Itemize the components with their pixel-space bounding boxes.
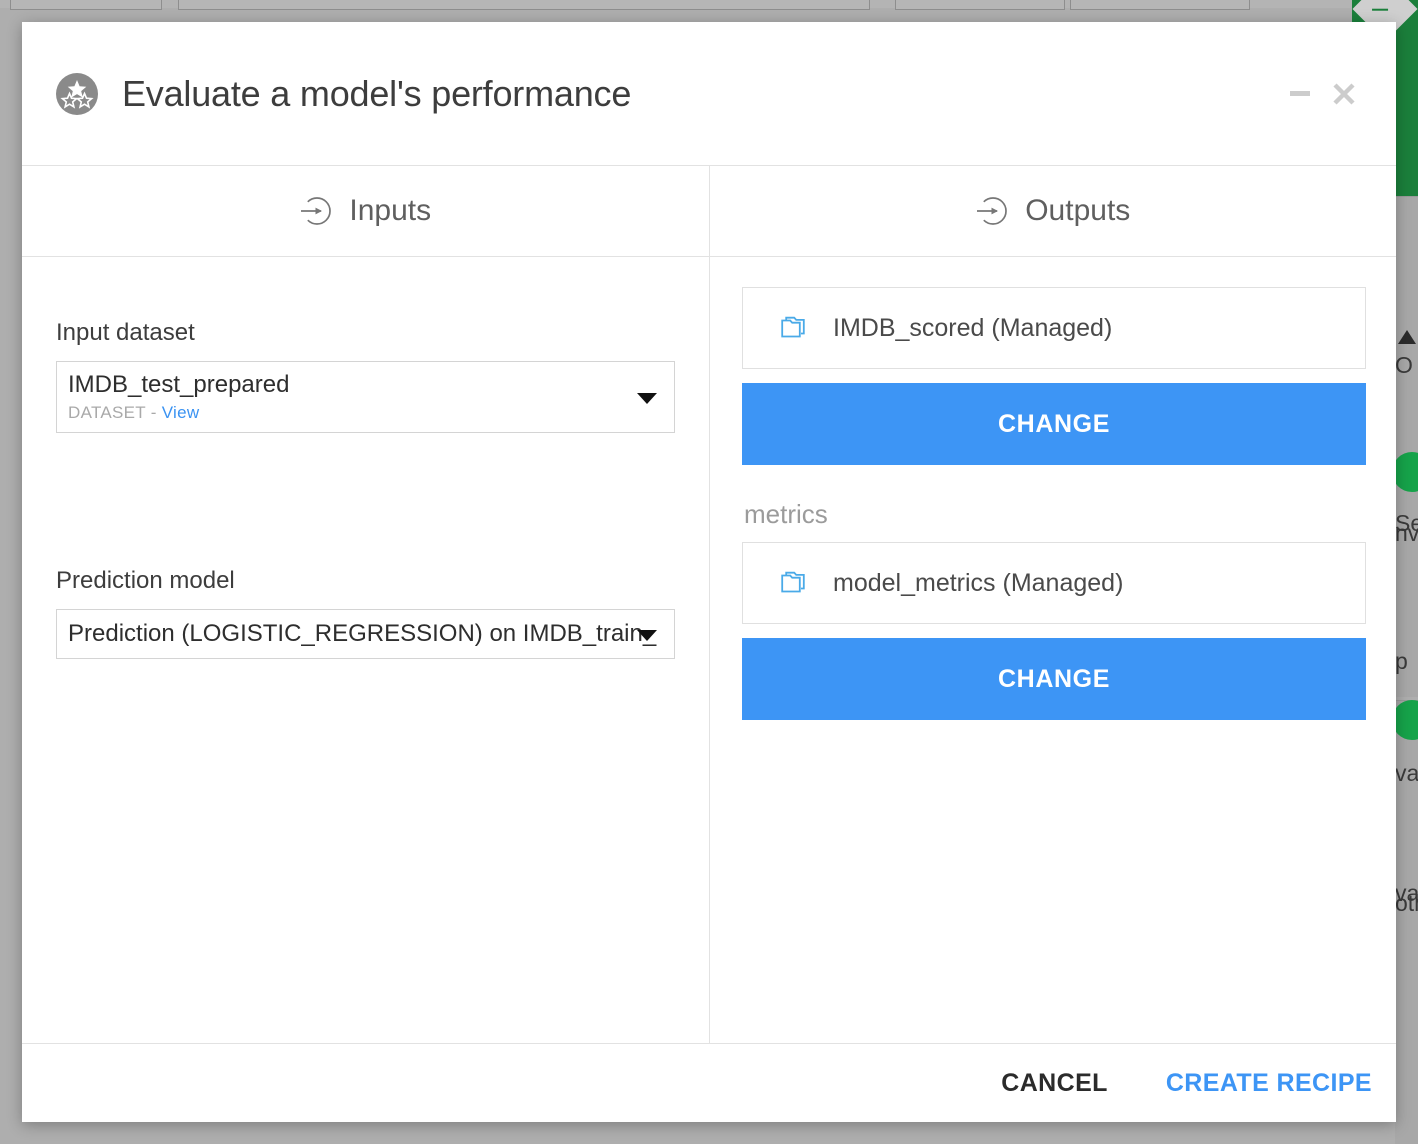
dialog-header: Evaluate a model's performance: [22, 22, 1396, 166]
prediction-model-select[interactable]: Prediction (LOGISTIC_REGRESSION) on IMDB…: [56, 609, 675, 659]
chevron-down-icon: [637, 630, 657, 641]
folder-dataset-icon: [781, 316, 805, 338]
output-scored-dataset[interactable]: IMDB_scored (Managed): [742, 287, 1366, 369]
input-dataset-value: IMDB_test_prepared: [68, 370, 290, 398]
output-metrics-name: model_metrics (Managed): [833, 568, 1124, 597]
minimize-button[interactable]: [1278, 72, 1322, 116]
inputs-column: Input dataset IMDB_test_prepared DATASET…: [22, 257, 709, 1043]
input-dataset-label: Input dataset: [56, 319, 195, 346]
dialog-footer: CANCEL CREATE RECIPE: [22, 1044, 1396, 1122]
tab-inputs[interactable]: Inputs: [22, 166, 709, 256]
folder-dataset-icon: [781, 571, 805, 593]
create-recipe-button[interactable]: CREATE RECIPE: [1160, 1068, 1378, 1099]
prediction-model-value: Prediction (LOGISTIC_REGRESSION) on IMDB…: [68, 620, 657, 648]
arrow-into-circle-icon: [977, 197, 1008, 225]
page-title: Evaluate a model's performance: [122, 72, 632, 114]
input-dataset-separator: -: [145, 403, 162, 423]
minimize-icon: [1290, 91, 1310, 96]
arrow-into-circle-icon: [301, 197, 332, 225]
three-stars-icon: [56, 72, 98, 115]
input-dataset-type: DATASET: [68, 403, 146, 423]
background-caret-icon: [1398, 330, 1416, 344]
outputs-column: IMDB_scored (Managed) CHANGE metrics mod…: [709, 257, 1396, 1043]
background-text-fragment: oth: [1395, 890, 1418, 916]
cancel-button[interactable]: CANCEL: [995, 1068, 1114, 1099]
background-text-fragment: p: [1395, 648, 1408, 674]
tab-outputs-label: Outputs: [1025, 194, 1131, 227]
background-text-fragment: va: [1395, 760, 1418, 786]
close-icon: [1333, 82, 1355, 105]
background-toolbar-chip: [895, 0, 1065, 10]
background-toolbar-chip: [178, 0, 870, 10]
chevron-down-icon: [637, 393, 657, 404]
tab-inputs-label: Inputs: [349, 194, 432, 227]
output-metrics-dataset[interactable]: model_metrics (Managed): [742, 542, 1366, 624]
io-tab-bar: Inputs Outputs: [22, 166, 1396, 257]
input-dataset-meta: DATASET - View: [68, 403, 289, 423]
output-metrics-section-label: metrics: [744, 499, 828, 529]
output-scored-name: IMDB_scored (Managed): [833, 313, 1113, 342]
background-text-fragment: Se: [1395, 510, 1418, 536]
field-spacer: [56, 433, 675, 545]
background-text-fragment: O: [1395, 352, 1413, 378]
tab-outputs[interactable]: Outputs: [708, 166, 1397, 256]
background-right-panel: [1395, 196, 1418, 697]
background-toolbar-chip: [1070, 0, 1250, 10]
change-metrics-button[interactable]: CHANGE: [742, 638, 1366, 720]
background-toolbar-chip: [10, 0, 162, 10]
change-scored-button[interactable]: CHANGE: [742, 383, 1366, 465]
close-button[interactable]: [1322, 72, 1366, 116]
prediction-model-label: Prediction model: [56, 567, 235, 594]
input-dataset-select[interactable]: IMDB_test_prepared DATASET - View: [56, 361, 675, 433]
input-dataset-view-link[interactable]: View: [162, 403, 200, 422]
dialog-body: Input dataset IMDB_test_prepared DATASET…: [22, 257, 1396, 1044]
evaluate-model-dialog: Evaluate a model's performance Inputs Ou…: [22, 22, 1396, 1122]
